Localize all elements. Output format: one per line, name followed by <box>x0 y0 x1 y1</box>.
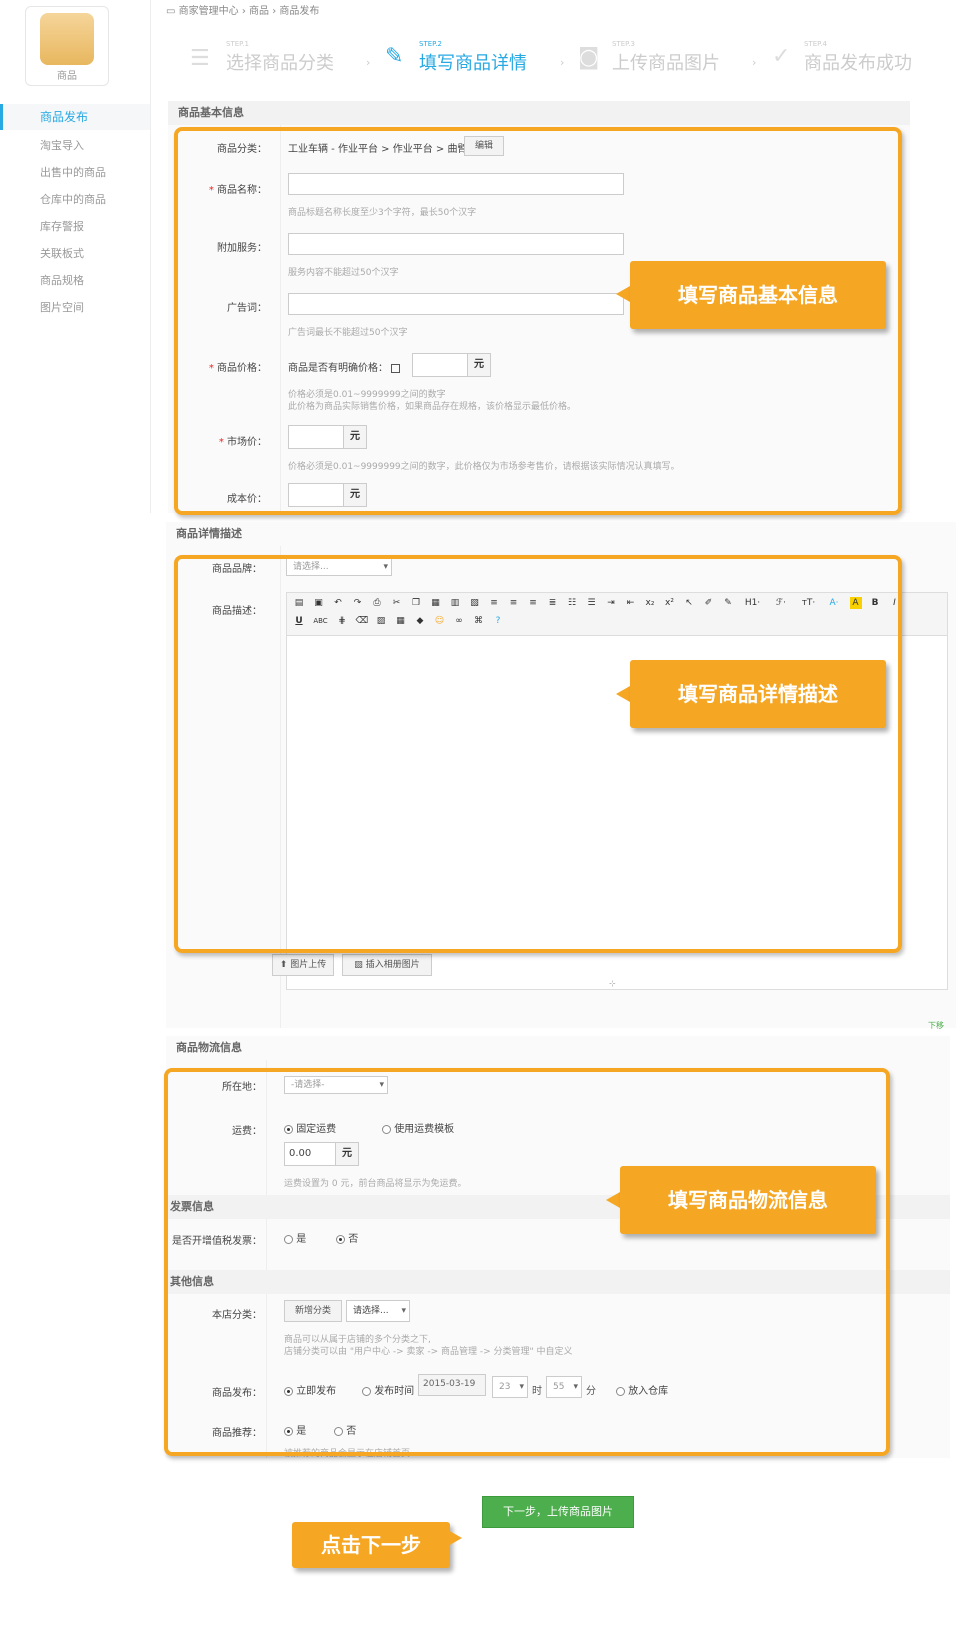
sidebar-item-warehouse[interactable]: 仓库中的商品 <box>0 187 150 213</box>
list-icon: ☰ <box>190 46 210 71</box>
sidebar-item-spec[interactable]: 商品规格 <box>0 268 150 294</box>
monitor-icon: ▭ <box>166 6 176 17</box>
sidebar-item-stock-alert[interactable]: 库存警报 <box>0 214 150 240</box>
check-circle-icon: ✓ <box>772 44 791 69</box>
camera-icon: ◙ <box>578 45 600 70</box>
package-icon <box>40 13 94 65</box>
goods-logo: 商品 <box>25 6 109 86</box>
sidebar-item-image-space[interactable]: 图片空间 <box>0 295 150 321</box>
detail-callout: 填写商品详情描述 <box>630 660 886 728</box>
step-arrow-icon: › <box>752 56 757 69</box>
picture-icon: ▨ <box>354 960 363 970</box>
basic-callout: 填写商品基本信息 <box>630 261 886 329</box>
sidebar-item-related-layout[interactable]: 关联板式 <box>0 241 150 267</box>
step-arrow-icon: › <box>366 56 371 69</box>
breadcrumb-home[interactable]: 商家管理中心 <box>179 6 239 17</box>
detail-section-title: 商品详情描述 <box>166 522 956 546</box>
sidebar-item-taobao-import[interactable]: 淘宝导入 <box>0 133 150 159</box>
move-down-link[interactable]: 下移 <box>928 1020 944 1031</box>
next-callout: 点击下一步 <box>292 1522 450 1568</box>
resize-handle-icon[interactable]: ⊹ <box>609 979 616 988</box>
breadcrumb: ▭ 商家管理中心 › 商品 › 商品发布 <box>166 6 320 17</box>
edit-icon: ✎ <box>385 44 404 69</box>
insert-album-image-button[interactable]: ▨ 插入相册图片 <box>342 954 432 976</box>
sidebar: 商品 商品发布 淘宝导入 出售中的商品 仓库中的商品 库存警报 关联板式 商品规… <box>0 0 151 513</box>
breadcrumb-current: 商品发布 <box>279 6 320 17</box>
image-upload-button[interactable]: ⬆ 图片上传 <box>272 954 334 976</box>
sidebar-item-publish[interactable]: 商品发布 <box>0 104 150 130</box>
logistics-callout: 填写商品物流信息 <box>620 1166 876 1234</box>
detail-highlight-frame <box>174 555 902 953</box>
breadcrumb-goods[interactable]: 商品 <box>249 6 269 17</box>
logistics-highlight-frame <box>164 1068 890 1456</box>
next-step-button[interactable]: 下一步，上传商品图片 <box>482 1496 634 1528</box>
sidebar-item-on-sale[interactable]: 出售中的商品 <box>0 160 150 186</box>
basic-section-title: 商品基本信息 <box>168 101 910 125</box>
step-arrow-icon: › <box>560 56 565 69</box>
logo-label: 商品 <box>57 71 77 82</box>
upload-icon: ⬆ <box>279 960 288 970</box>
logistics-section-title: 商品物流信息 <box>166 1036 950 1060</box>
